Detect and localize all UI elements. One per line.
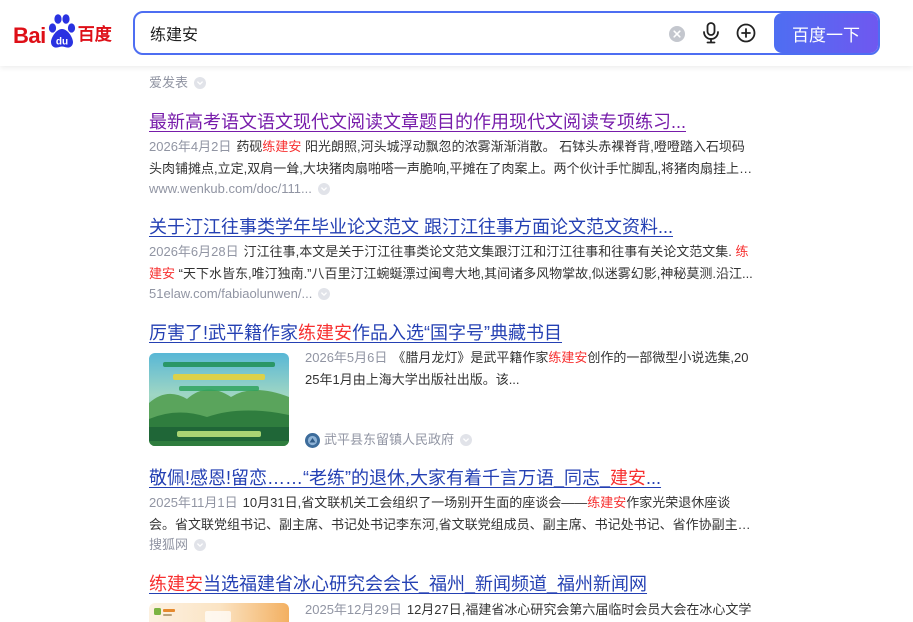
abstract-text: “天下水皆东,唯汀独南.”八百里汀江蜿蜒漂过闽粤大地,其间诸多风物掌故,似迷雾幻…	[175, 266, 753, 281]
clear-icon-graphic	[669, 26, 685, 42]
source-link[interactable]: 51elaw.com/fabiaolunwen/...	[149, 285, 312, 303]
thumbnail-landscape-image	[149, 353, 289, 446]
microphone-icon-graphic	[703, 22, 719, 44]
more-options-icon-graphic	[317, 183, 330, 195]
clear-icon[interactable]	[669, 26, 685, 42]
result-media: 2026年5月6日 《腊月龙灯》是武平籍作家练建安创作的一部微型小说选集,2025…	[149, 346, 755, 449]
more-options-icon-graphic	[194, 539, 207, 551]
abstract-highlight: 练建安	[548, 350, 588, 365]
thumbnail-image	[149, 603, 289, 622]
result-title-link[interactable]: 练建安当选福建省冰心研究会会长_福州_新闻频道_福州新闻网	[149, 571, 755, 597]
search-result: 敬佩!感恩!留恋……“老练”的退休,大家有着千言万语_同志_建安... 2025…	[149, 465, 755, 554]
title-highlight: 练建安	[298, 323, 353, 343]
result-date: 2025年11月1日	[149, 495, 238, 510]
result-date: 2026年4月2日	[149, 139, 232, 154]
result-abstract: 2025年12月29日 12月27日,福建省冰心研究会第六届临时会员大会在冰心文学	[305, 599, 755, 621]
logo-text-baidu-cn: 百度	[77, 25, 112, 44]
title-text: 关于汀江往事类学年毕业论文范文 跟汀江往事方面论文范文资料...	[149, 217, 674, 237]
abstract-text: 汀江往事,本文是关于汀江往事类论文范文集跟汀江和汀江往事和往事有关论文范文集.	[243, 244, 736, 259]
microphone-icon[interactable]	[702, 22, 720, 44]
more-options-icon-graphic	[194, 77, 207, 89]
logo-text-bai: Bai	[13, 23, 46, 48]
source-link[interactable]: 爱发表	[149, 74, 188, 92]
title-text: ...	[646, 468, 662, 488]
source-link[interactable]: 搜狐网	[149, 536, 188, 554]
paw-icon: du	[48, 14, 75, 48]
result-abstract: 2026年6月28日 汀江往事,本文是关于汀江往事类论文范文集跟汀江和汀江往事和往…	[149, 241, 755, 285]
more-options-icon-graphic	[318, 288, 331, 300]
title-highlight: 建安	[610, 468, 647, 488]
header: Bai du 百度 练建安 百度一下	[0, 0, 913, 66]
result-title-link[interactable]: 敬佩!感恩!留恋……“老练”的退休,大家有着千言万语_同志_建安...	[149, 465, 755, 491]
result-thumbnail[interactable]	[149, 603, 289, 622]
result-date: 2026年6月28日	[149, 244, 239, 259]
result-date: 2025年12月29日	[305, 602, 402, 617]
search-result: 练建安当选福建省冰心研究会会长_福州_新闻频道_福州新闻网 2025年12月29…	[149, 571, 755, 622]
result-title-link[interactable]: 厉害了!武平籍作家练建安作品入选“国字号”典藏书目	[149, 320, 755, 346]
abstract-highlight: 练建安	[587, 495, 627, 510]
result-date: 2026年5月6日	[305, 350, 388, 365]
search-result: 最新高考语文语文现代文阅读文章题目的作用现代文阅读专项练习... 2026年4月…	[149, 109, 755, 198]
search-input[interactable]	[135, 13, 655, 53]
more-options-icon[interactable]	[318, 288, 331, 300]
more-options-icon-graphic	[460, 434, 473, 446]
result-title-link[interactable]: 最新高考语文语文现代文阅读文章题目的作用现代文阅读专项练习...	[149, 109, 755, 135]
source-link[interactable]: 武平县东留镇人民政府	[324, 431, 454, 449]
add-circle-icon[interactable]	[736, 23, 756, 43]
search-box: 百度一下	[133, 11, 880, 55]
result-abstract: 2025年11月1日 10月31日,省文联机关工会组织了一场别开生面的座谈会——练…	[149, 492, 755, 536]
title-text: 作品入选“国字号”典藏书目	[352, 323, 563, 343]
baidu-logo[interactable]: Bai du 百度	[13, 14, 112, 48]
abstract-highlight: 练建安	[262, 139, 302, 154]
result-source: 搜狐网	[149, 536, 755, 554]
search-result: 厉害了!武平籍作家练建安作品入选“国字号”典藏书目 2026年5月6日 《腊月龙…	[149, 320, 755, 449]
logo-text-du: du	[56, 37, 68, 48]
search-result: 爱发表	[149, 74, 755, 92]
result-source: 爱发表	[149, 74, 755, 92]
more-options-icon[interactable]	[194, 77, 207, 89]
result-abstract: 2026年4月2日 药砚练建安 阳光朗照,河头城浮动飘忽的浓雾渐渐消散。 石钵头赤…	[149, 136, 755, 180]
source-link[interactable]: www.wenkub.com/doc/111...	[149, 180, 312, 198]
search-button[interactable]: 百度一下	[774, 13, 878, 53]
abstract-text: 10月31日,省文联机关工会组织了一场别开生面的座谈会——	[242, 495, 588, 510]
abstract-text: 12月27日,福建省冰心研究会第六届临时会员大会在冰心文学	[406, 602, 752, 617]
site-avatar-icon	[305, 432, 320, 448]
result-title-link[interactable]: 关于汀江往事类学年毕业论文范文 跟汀江往事方面论文范文资料...	[149, 214, 755, 240]
more-options-icon[interactable]	[194, 539, 207, 551]
more-options-icon[interactable]	[460, 434, 473, 446]
abstract-text: 药砚	[236, 139, 263, 154]
abstract-text: 《腊月龙灯》是武平籍作家	[392, 350, 549, 365]
result-source: 51elaw.com/fabiaolunwen/...	[149, 285, 755, 303]
title-text: 最新高考语文语文现代文阅读文章题目的作用现代文阅读专项练习...	[149, 112, 686, 132]
more-options-icon[interactable]	[317, 183, 330, 195]
result-thumbnail[interactable]	[149, 353, 289, 446]
site-avatar-icon-graphic	[305, 432, 320, 448]
title-highlight: 练建安	[149, 574, 203, 594]
result-source: www.wenkub.com/doc/111...	[149, 180, 755, 198]
result-text-column: 2026年5月6日 《腊月龙灯》是武平籍作家练建安创作的一部微型小说选集,2025…	[305, 347, 755, 391]
result-source: 武平县东留镇人民政府	[305, 431, 473, 449]
title-text: 当选福建省冰心研究会会长_福州_新闻频道_福州新闻网	[203, 574, 648, 594]
result-text-column: 2025年12月29日 12月27日,福建省冰心研究会第六届临时会员大会在冰心文学	[305, 599, 755, 621]
title-text: 敬佩!感恩!留恋……“老练”的退休,大家有着千言万语_同志_	[149, 468, 611, 488]
result-abstract: 2026年5月6日 《腊月龙灯》是武平籍作家练建安创作的一部微型小说选集,2025…	[305, 347, 755, 391]
add-circle-icon-graphic	[736, 23, 756, 43]
result-media: 2025年12月29日 12月27日,福建省冰心研究会第六届临时会员大会在冰心文学	[149, 597, 755, 622]
title-text: 厉害了!武平籍作家	[149, 323, 299, 343]
search-result: 关于汀江往事类学年毕业论文范文 跟汀江往事方面论文范文资料... 2026年6月…	[149, 214, 755, 303]
